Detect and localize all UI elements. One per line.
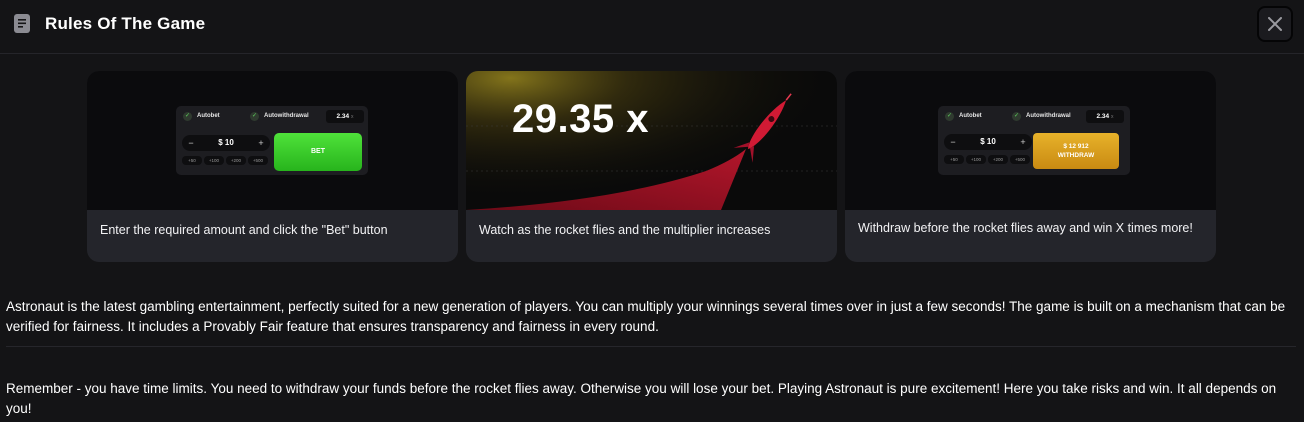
minus-icon: − [950,137,956,147]
description-paragraph: Astronaut is the latest gambling enterta… [6,299,1286,334]
bet-widget: ✓ Autobet ✓ Autowithdrawal 2.34 x − $ 10… [176,106,368,175]
check-icon: ✓ [250,112,259,121]
chip: +50 [182,156,202,165]
card-caption: Enter the required amount and click the … [100,223,388,237]
minus-icon: − [188,138,194,148]
rule-card-rocket: 29.35 x Watch as the rocket flies and th… [466,71,837,262]
autobet-label: Autobet [959,113,982,119]
chip: +100 [204,156,224,165]
quick-amount-chips: +50 +100 +200 +500 [944,155,1030,164]
bet-amount: $ 10 [218,138,234,147]
amount-stepper: − $ 10 + [944,134,1032,150]
withdraw-label: WITHDRAW [1057,152,1095,159]
chip: +50 [944,155,964,164]
check-icon: ✓ [1012,112,1021,121]
rule-card-withdraw: ✓ Autobet ✓ Autowithdrawal 2.34 x − $ 10… [845,71,1216,262]
autowithdrawal-label: Autowithdrawal [264,113,309,119]
divider [6,346,1296,347]
rule-card-bet: ✓ Autobet ✓ Autowithdrawal 2.34 x − $ 10… [87,71,458,262]
withdraw-illustration: ✓ Autobet ✓ Autowithdrawal 2.34 x − $ 10… [845,71,1216,210]
card-caption: Withdraw before the rocket flies away an… [858,221,1193,235]
bet-amount: $ 10 [980,137,996,146]
modal-title: Rules Of The Game [45,14,206,33]
description-paragraph: Remember - you have time limits. You nee… [6,381,1277,416]
withdraw-widget: ✓ Autobet ✓ Autowithdrawal 2.34 x − $ 10… [938,106,1130,175]
close-icon [1268,17,1282,31]
card-caption: Watch as the rocket flies and the multip… [479,223,771,237]
close-button[interactable] [1257,6,1293,42]
check-icon: ✓ [183,112,192,121]
autowithdrawal-value: 2.34 x [1086,110,1124,123]
amount-stepper: − $ 10 + [182,135,270,151]
chip: +200 [226,156,246,165]
chip: +500 [1010,155,1030,164]
bet-illustration: ✓ Autobet ✓ Autowithdrawal 2.34 x − $ 10… [87,71,458,210]
bet-button-illustration: BET [274,133,362,171]
document-icon [14,14,30,33]
autowithdrawal-label: Autowithdrawal [1026,113,1071,119]
rocket-illustration: 29.35 x [466,71,837,210]
check-icon: ✓ [945,112,954,121]
chip: +500 [248,156,268,165]
plus-icon: + [1020,137,1026,147]
chip: +200 [988,155,1008,164]
autobet-label: Autobet [197,113,220,119]
multiplier-display: 29.35 x [512,97,649,141]
chip: +100 [966,155,986,164]
plus-icon: + [258,138,264,148]
quick-amount-chips: +50 +100 +200 +500 [182,156,268,165]
withdraw-button-illustration: $ 12 912 WITHDRAW [1033,133,1119,169]
modal-header: Rules Of The Game [0,0,1304,54]
autowithdrawal-value: 2.34 x [326,110,364,123]
withdraw-amount: $ 12 912 [1063,143,1089,150]
